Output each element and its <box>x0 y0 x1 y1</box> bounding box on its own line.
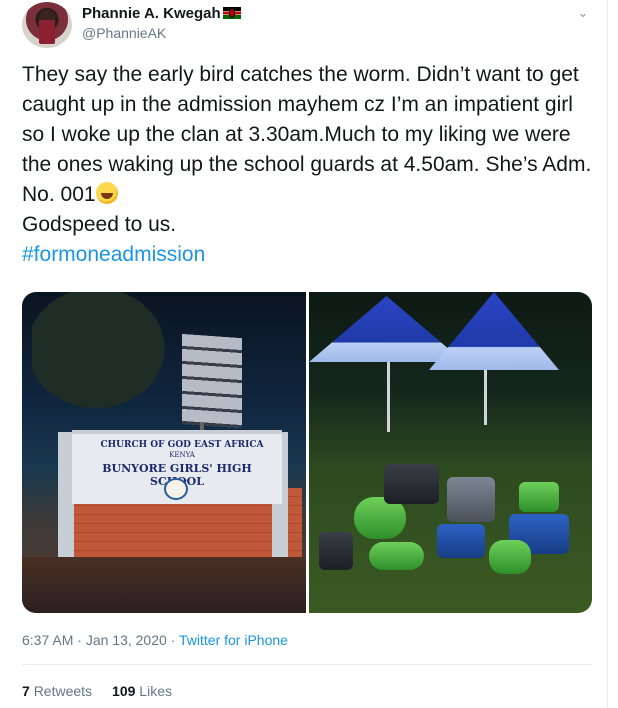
avatar-person <box>39 10 55 44</box>
tweet-time[interactable]: 6:37 AM <box>22 632 73 648</box>
meta-separator: · <box>166 632 179 648</box>
divider <box>22 664 592 665</box>
retweets-count: 7 <box>22 683 30 699</box>
avatar[interactable] <box>22 2 72 48</box>
green-basin <box>519 482 559 512</box>
tweet-text: They say the early bird catches the worm… <box>22 60 592 240</box>
black-bag <box>319 532 353 570</box>
signpost <box>182 333 242 429</box>
tent <box>309 296 464 362</box>
school-sign: CHURCH OF GOD EAST AFRICA KENYA BUNYORE … <box>72 430 282 504</box>
display-name[interactable]: Phannie A. Kwegah <box>82 5 221 22</box>
hashtag-link[interactable]: #formoneadmission <box>22 240 205 270</box>
retweets-link[interactable]: 7 Retweets <box>22 683 92 699</box>
tent-pole <box>484 370 487 425</box>
tweet-stats: 7 Retweets 109 Likes <box>22 683 172 699</box>
tweet-date[interactable]: Jan 13, 2020 <box>86 632 167 648</box>
rolling-on-floor-laughing-emoji <box>95 182 118 204</box>
blue-box <box>437 524 485 558</box>
green-bucket <box>489 540 531 574</box>
green-basin <box>369 542 424 570</box>
tree <box>32 292 192 432</box>
tweet-timestamp: 6:37 AM · Jan 13, 2020 · Twitter for iPh… <box>22 632 288 648</box>
likes-label: Likes <box>139 683 172 699</box>
tweet-text-after: Godspeed to us. <box>22 213 177 236</box>
photo-school-gate[interactable]: CHURCH OF GOD EAST AFRICA KENYA BUNYORE … <box>22 292 306 613</box>
grey-bag <box>447 477 495 522</box>
tent <box>429 292 559 370</box>
chevron-down-icon[interactable]: ⌄ <box>575 6 591 20</box>
retweets-label: Retweets <box>33 683 93 699</box>
sign-text-church: CHURCH OF GOD EAST AFRICA <box>100 440 264 450</box>
likes-count: 109 <box>112 683 136 699</box>
meta-separator: · <box>73 632 86 648</box>
black-bag <box>384 464 439 504</box>
likes-link[interactable]: 109 Likes <box>112 683 172 699</box>
tent-pole <box>387 362 390 432</box>
school-crest-icon <box>164 478 188 500</box>
tweet-source-link[interactable]: Twitter for iPhone <box>179 632 288 648</box>
user-handle[interactable]: @PhannieAK <box>82 25 166 41</box>
photo-tents-luggage[interactable] <box>309 292 592 613</box>
kenya-flag-icon <box>223 7 241 19</box>
wet-ground <box>22 557 306 613</box>
media-gallery[interactable]: CHURCH OF GOD EAST AFRICA KENYA BUNYORE … <box>22 292 592 613</box>
sign-text-country: KENYA <box>169 451 195 459</box>
tweet-card: Phannie A. Kwegah @PhannieAK ⌄ They say … <box>0 0 608 708</box>
